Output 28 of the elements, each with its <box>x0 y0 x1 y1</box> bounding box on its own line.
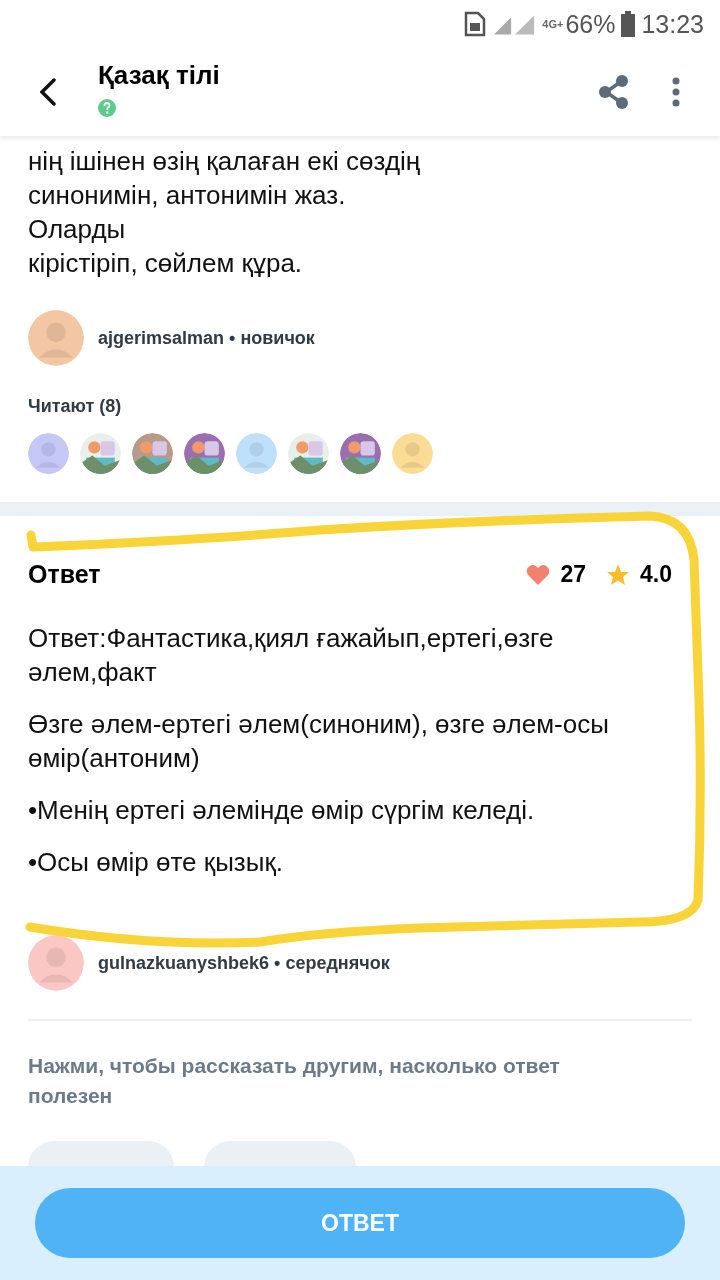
battery-icon <box>621 11 636 37</box>
sim-card-icon <box>464 11 487 37</box>
likes-count: 27 <box>560 561 586 588</box>
clock: 13:23 <box>641 9 704 39</box>
answer-heading: Ответ <box>28 560 102 589</box>
help-icon <box>98 99 116 117</box>
network-type: 4G+ <box>542 18 564 30</box>
avatar <box>28 935 84 991</box>
battery-level: 66% <box>565 9 616 39</box>
more-icon <box>672 77 680 107</box>
question-text: кірістіріп, сөйлем құра. <box>28 247 304 280</box>
back-icon <box>40 78 56 106</box>
readers-label: Читают (8) <box>27 396 123 417</box>
answer-text: •Менің ертегі әлемінде өмір сүргім келеді. <box>27 794 536 827</box>
rating-value: 4.0 <box>640 561 672 588</box>
author-name[interactable]: ajgerimsalman • новичок <box>98 327 315 349</box>
star-icon <box>606 562 630 587</box>
question-text: Оларды <box>28 213 127 246</box>
avatar <box>28 310 84 366</box>
author-name[interactable]: gulnazkuanyshbek6 • середнячок <box>98 952 390 974</box>
rating-hint: Нажми, чтобы рассказать другим, насколько ответ полезен <box>27 1053 561 1109</box>
answer-text: Ответ:Фантастика,қиял ғажайып,ертегі,өзге әлем,факт <box>27 622 555 689</box>
question-text: нің ішінен өзің қалаған екі сөздің <box>28 145 422 178</box>
subject-title: Қазақ тілі <box>98 60 221 91</box>
answer-text: •Осы өмір өте қызық. <box>27 846 285 879</box>
answer-text: Өзге әлем-ертегі әлем(синоним), өзге әлем-осы өмір(антоним) <box>27 708 610 775</box>
heart-icon <box>526 563 551 586</box>
question-text: синонимін, антонимін жаз. <box>28 179 347 212</box>
